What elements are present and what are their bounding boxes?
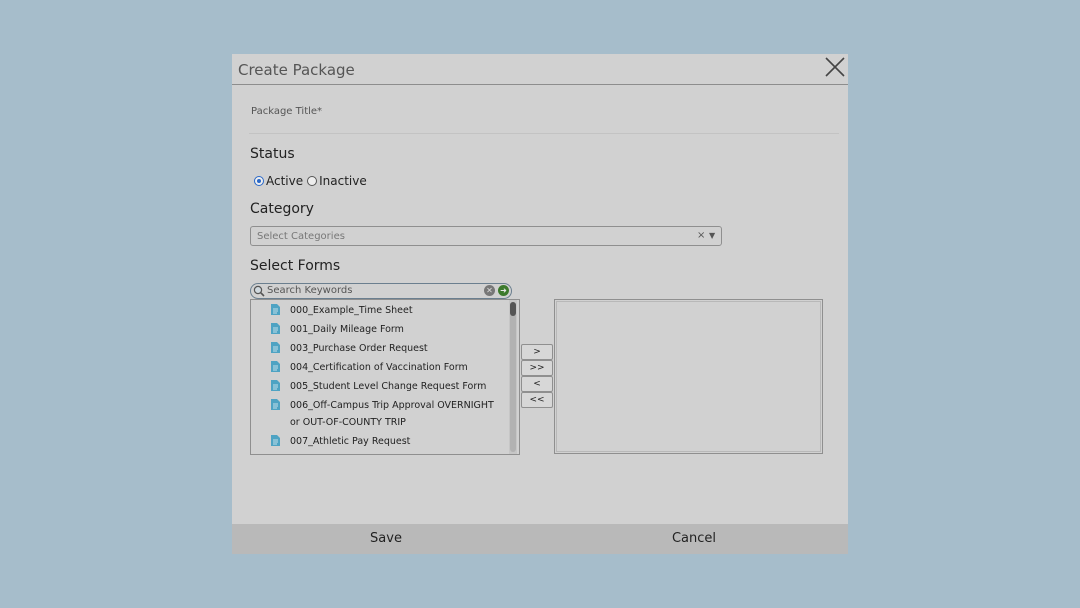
list-scroll-track[interactable] — [510, 302, 516, 452]
clear-search-icon[interactable]: ✕ — [484, 285, 495, 296]
document-icon — [271, 361, 280, 372]
radio-active[interactable] — [254, 176, 264, 186]
document-icon — [271, 380, 280, 391]
radio-inactive-label[interactable]: Inactive — [319, 174, 367, 188]
search-placeholder: Search Keywords — [267, 285, 353, 296]
category-select[interactable]: Select Categories × ▼ — [250, 226, 722, 246]
document-icon — [271, 399, 280, 410]
document-icon — [271, 435, 280, 446]
category-heading: Category — [250, 201, 314, 217]
select-forms-heading: Select Forms — [250, 258, 341, 274]
chevron-down-icon[interactable]: ▼ — [709, 231, 715, 240]
list-scroll-thumb[interactable] — [510, 302, 516, 316]
forms-search-input[interactable]: Search Keywords ✕ ➜ — [250, 283, 512, 299]
category-placeholder: Select Categories — [257, 231, 345, 242]
form-name: 005_Student Level Change Request Form — [290, 381, 487, 392]
form-name: 006_Off-Campus Trip Approval OVERNIGHT o… — [290, 400, 494, 428]
dialog-title: Create Package — [238, 61, 355, 79]
selected-forms-inner — [556, 301, 821, 452]
cancel-button[interactable]: Cancel — [540, 524, 848, 554]
radio-inactive[interactable] — [307, 176, 318, 186]
package-title-underline — [249, 133, 839, 134]
form-name: 004_Certification of Vaccination Form — [290, 362, 468, 373]
move-all-right-button[interactable]: >> — [521, 360, 553, 376]
go-arrow-icon[interactable]: ➜ — [498, 285, 509, 296]
package-title-label[interactable]: Package Title* — [251, 106, 322, 117]
document-icon — [271, 323, 280, 334]
save-button[interactable]: Save — [232, 524, 540, 554]
form-name: 003_Purchase Order Request — [290, 343, 428, 354]
move-right-button[interactable]: > — [521, 344, 553, 360]
form-name: 000_Example_Time Sheet — [290, 305, 413, 316]
document-icon — [271, 342, 280, 353]
available-forms-list[interactable]: 000_Example_Time Sheet 001_Daily Mileage… — [250, 299, 520, 455]
form-name: 007_Athletic Pay Request — [290, 436, 411, 447]
search-icon — [253, 285, 265, 297]
document-icon — [271, 304, 280, 315]
move-all-left-button[interactable]: << — [521, 392, 553, 408]
create-package-dialog: Create Package Package Title* Status Act… — [232, 54, 848, 554]
radio-active-label[interactable]: Active — [266, 174, 303, 188]
clear-icon[interactable]: × — [697, 230, 705, 241]
dialog-titlebar: Create Package — [232, 54, 848, 85]
form-name: 001_Daily Mileage Form — [290, 324, 404, 335]
selected-forms-list[interactable] — [554, 299, 823, 454]
close-icon[interactable] — [824, 56, 846, 78]
status-heading: Status — [250, 146, 295, 162]
dialog-footer: Save Cancel — [232, 524, 848, 554]
move-left-button[interactable]: < — [521, 376, 553, 392]
status-radio-group: Active Inactive — [254, 174, 371, 188]
